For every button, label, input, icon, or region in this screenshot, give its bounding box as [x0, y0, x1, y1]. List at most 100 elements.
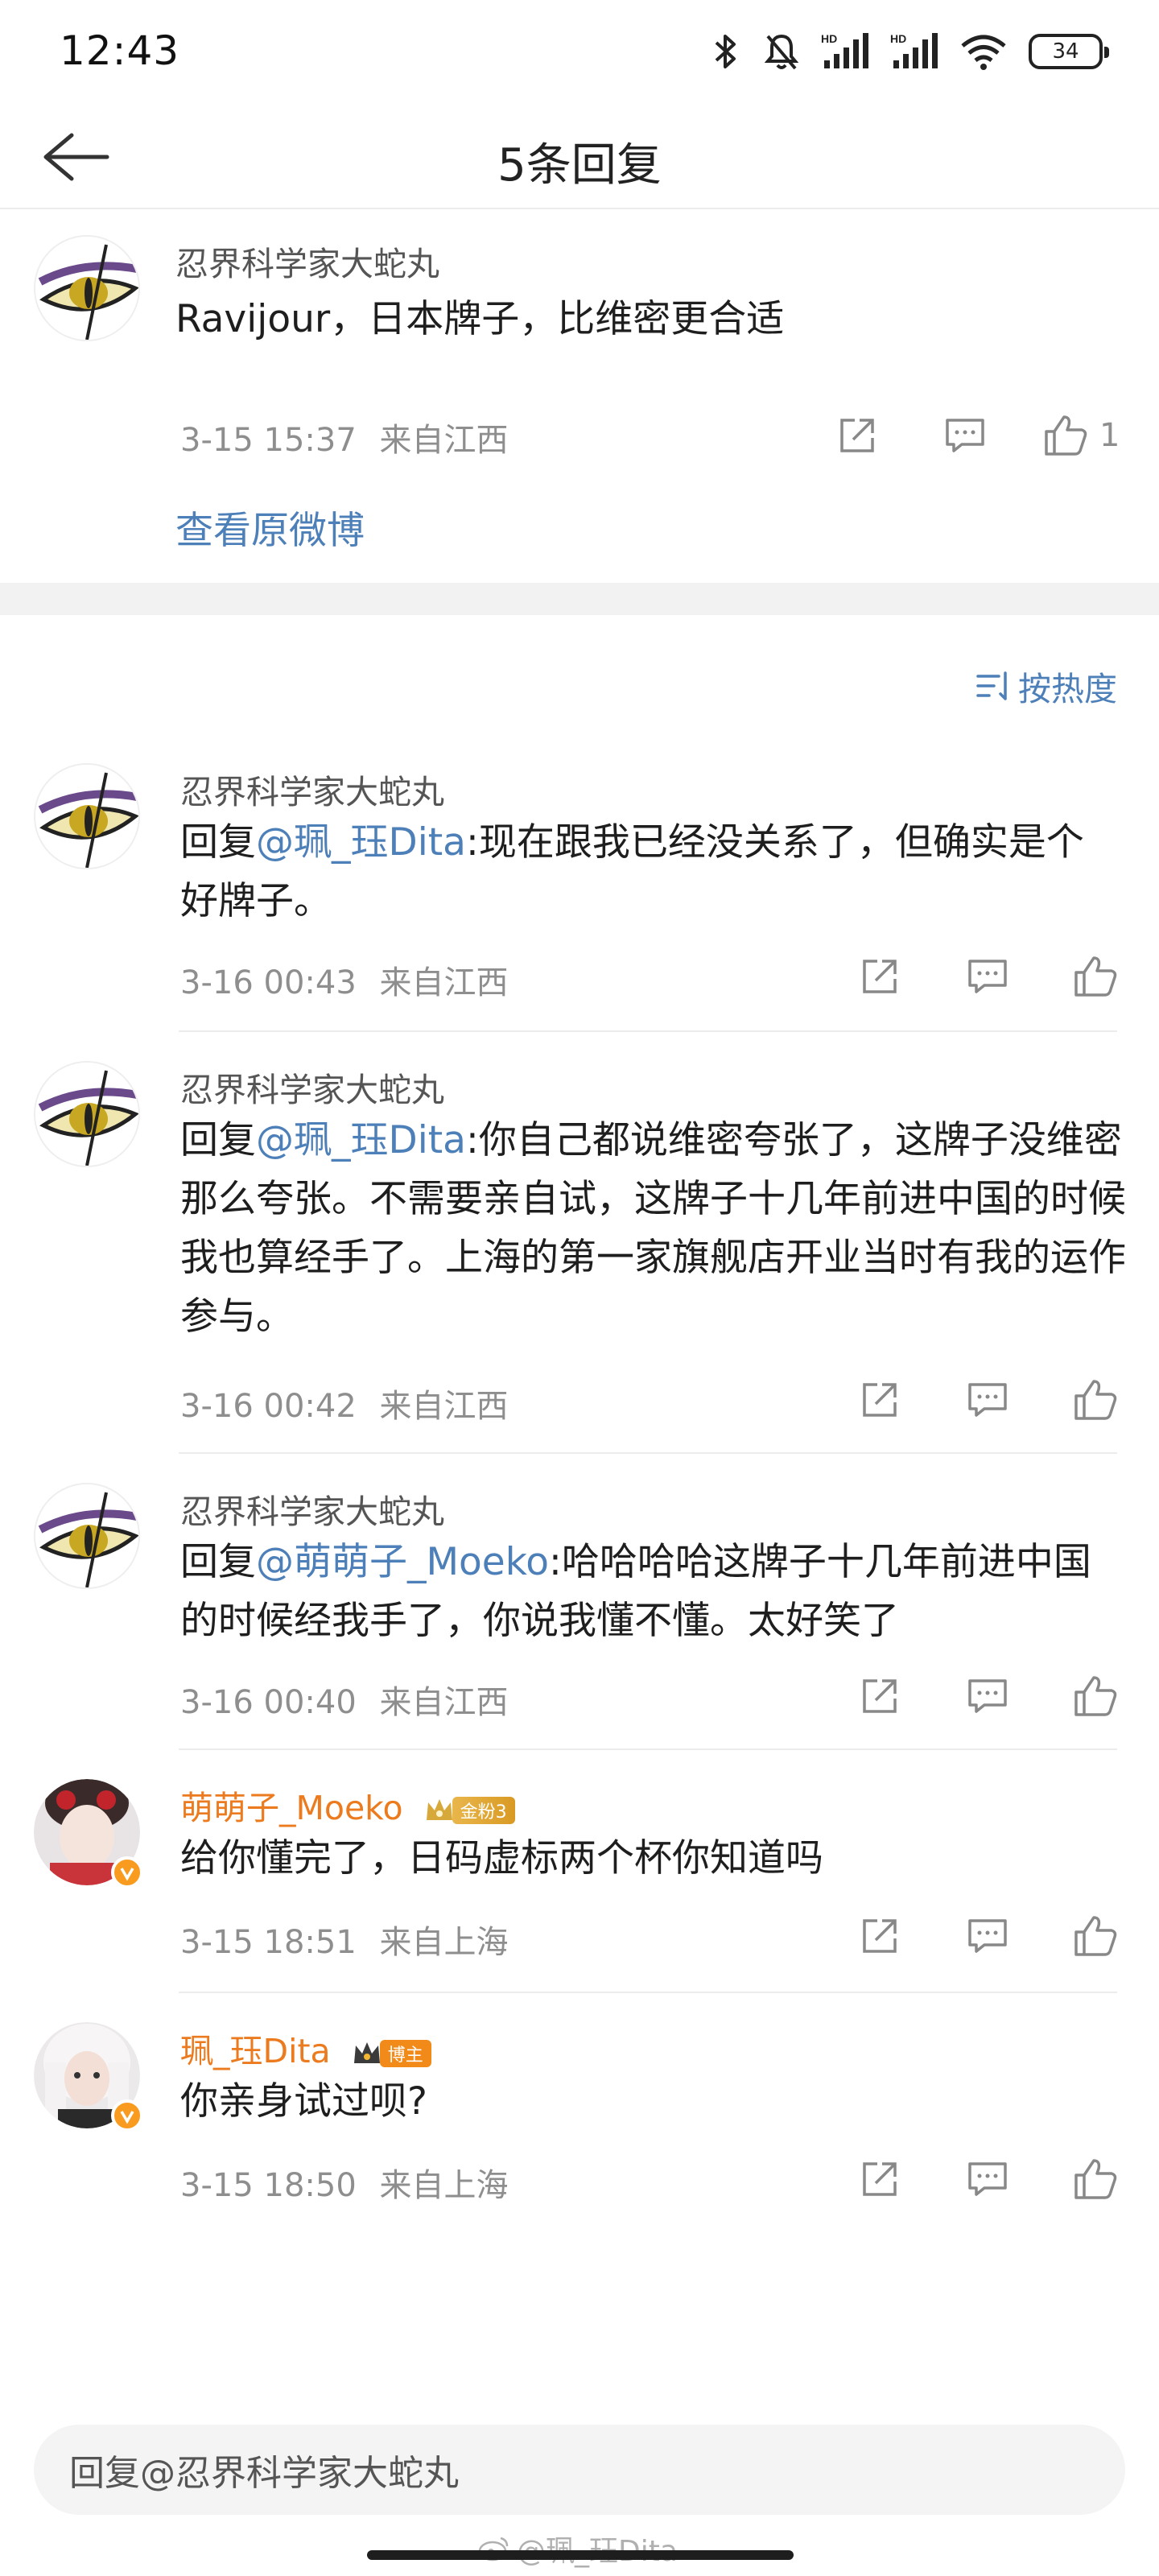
divider — [179, 1452, 1117, 1454]
share-button[interactable] — [803, 407, 911, 464]
reply-actions — [826, 948, 1149, 1005]
like-button[interactable] — [1041, 2151, 1149, 2207]
reply-text: 回复@珮_珏Dita:你自己都说维密夸张了，这牌子没维密那么夸张。不需要亲自试，… — [180, 1111, 1130, 1346]
like-button[interactable] — [1041, 948, 1149, 1005]
reply-time: 3-15 18:51 — [180, 1924, 357, 1961]
like-button[interactable] — [1041, 1908, 1149, 1964]
svg-text:HD: HD — [890, 32, 906, 45]
comment-icon — [968, 1679, 1007, 1713]
fan-level-tag: 金粉3 — [452, 1797, 515, 1824]
reply-actions — [826, 1908, 1149, 1964]
avatar[interactable] — [34, 1061, 140, 1167]
watermark: @珮_珏Dita — [478, 2528, 678, 2570]
page-title: 5条回复 — [497, 139, 662, 192]
divider — [179, 1030, 1117, 1032]
reply-username[interactable]: 忍界科学家大蛇丸 — [180, 1484, 444, 1533]
share-button[interactable] — [826, 1372, 934, 1428]
divider — [179, 1992, 1117, 1993]
verified-icon — [111, 2099, 143, 2132]
svg-text:HD: HD — [821, 32, 837, 45]
reply-username[interactable]: 萌萌子_Moeko 金粉3 — [180, 1781, 515, 1829]
reply-prefix: 回复 — [180, 1540, 256, 1584]
reply-input-placeholder: 回复@忍界科学家大蛇丸 — [69, 2453, 459, 2494]
comment-text: Ravijour，日本牌子，比维密更合适 — [175, 297, 785, 341]
share-button[interactable] — [826, 2151, 934, 2207]
comment-actions: 1 — [803, 407, 1140, 464]
like-icon — [1074, 956, 1117, 997]
comment-icon — [968, 960, 1007, 993]
reply-text: 你亲身试过呗? — [180, 2079, 427, 2124]
reply-username[interactable]: 珮_珏Dita 博主 — [180, 2024, 431, 2072]
reply-actions — [826, 1372, 1149, 1428]
like-button[interactable] — [1041, 1668, 1149, 1724]
comment-username[interactable]: 忍界科学家大蛇丸 — [175, 237, 439, 285]
divider — [179, 1748, 1117, 1750]
share-button[interactable] — [826, 948, 934, 1005]
view-original-link[interactable]: 查看原微博 — [175, 499, 365, 555]
comment-button[interactable] — [934, 1908, 1041, 1964]
mention-link[interactable]: @珮_珏Dita — [256, 820, 466, 865]
home-indicator[interactable] — [367, 2550, 794, 2560]
like-count: 1 — [1099, 417, 1120, 454]
reply-input[interactable]: 回复@忍界科学家大蛇丸 — [34, 2425, 1125, 2515]
watermark-text: @珮_珏Dita — [517, 2528, 678, 2570]
hd-signal-icon: HD — [821, 32, 868, 68]
share-button[interactable] — [826, 1908, 934, 1964]
avatar[interactable] — [34, 1779, 143, 1889]
reply-time: 3-15 18:50 — [180, 2167, 357, 2204]
avatar[interactable] — [34, 2022, 143, 2132]
username-text: 萌萌子_Moeko — [180, 1789, 403, 1827]
comment-button[interactable] — [934, 1668, 1041, 1724]
share-icon — [840, 419, 874, 452]
root-comment: 忍界科学家大蛇丸 Ravijour，日本牌子，比维密更合适 3-15 15:37… — [0, 211, 1159, 583]
wifi-icon — [961, 35, 1006, 70]
comment-button[interactable] — [911, 407, 1019, 464]
like-icon — [1045, 415, 1087, 456]
reply-meta: 3-16 00:43 来自江西 — [180, 956, 509, 1003]
reply-meta: 3-16 00:42 来自江西 — [180, 1380, 509, 1426]
reply-prefix: 回复 — [180, 820, 256, 865]
reply-item: 珮_珏Dita 博主 你亲身试过呗? 3-15 18:50 来自上海 — [0, 2016, 1159, 2233]
avatar[interactable] — [34, 1483, 140, 1589]
avatar[interactable] — [34, 235, 140, 341]
like-button[interactable] — [1041, 1372, 1149, 1428]
reply-item: 忍界科学家大蛇丸 回复@珮_珏Dita:你自己都说维密夸张了，这牌子没维密那么夸… — [0, 1055, 1159, 1452]
reply-time: 3-16 00:43 — [180, 964, 357, 1001]
reply-username[interactable]: 忍界科学家大蛇丸 — [180, 1063, 444, 1111]
comment-button[interactable] — [934, 948, 1041, 1005]
sort-button[interactable]: 按热度 — [975, 662, 1117, 710]
reply-meta: 3-15 18:50 来自上海 — [180, 2159, 509, 2206]
comment-button[interactable] — [934, 1372, 1041, 1428]
avatar[interactable] — [34, 763, 140, 869]
share-button[interactable] — [826, 1668, 934, 1724]
comment-location: 来自江西 — [379, 422, 509, 459]
mute-bell-icon — [764, 34, 799, 70]
reply-location: 来自江西 — [379, 1684, 509, 1721]
author-badge: 博主 — [351, 2037, 431, 2070]
reply-item: 忍界科学家大蛇丸 回复@萌萌子_Moeko:哈哈哈哈这牌子十几年前进中国的时候经… — [0, 1476, 1159, 1748]
reply-actions — [826, 2151, 1149, 2207]
reply-item: 忍界科学家大蛇丸 回复@珮_珏Dita:现在跟我已经没关系了，但确实是个好牌子。… — [0, 757, 1159, 1030]
reply-username[interactable]: 忍界科学家大蛇丸 — [180, 765, 444, 813]
reply-item: 萌萌子_Moeko 金粉3 给你懂完了，日码虚标两个杯你知道吗 3-15 18:… — [0, 1773, 1159, 1990]
like-icon — [1074, 2159, 1117, 2199]
mention-link[interactable]: @珮_珏Dita — [256, 1118, 466, 1162]
status-time: 12:43 — [60, 27, 180, 74]
hd-signal-icon-2: HD — [890, 32, 938, 68]
comment-time: 3-15 15:37 — [180, 422, 357, 459]
like-button[interactable]: 1 — [1019, 407, 1140, 464]
snake-eye-avatar — [35, 1063, 138, 1166]
like-icon — [1074, 1676, 1117, 1716]
fan-badge: 金粉3 — [423, 1794, 515, 1827]
snake-eye-avatar — [35, 237, 138, 340]
share-icon — [863, 2162, 897, 2196]
comment-button[interactable] — [934, 2151, 1041, 2207]
reply-text: 给你懂完了，日码虚标两个杯你知道吗 — [180, 1836, 823, 1880]
reply-location: 来自江西 — [379, 1388, 509, 1425]
status-icons: HD HD 34 — [710, 29, 1109, 74]
sort-label: 按热度 — [1018, 670, 1117, 708]
reply-meta: 3-16 00:40 来自江西 — [180, 1676, 509, 1723]
share-icon — [863, 1919, 897, 1953]
reply-time: 3-16 00:42 — [180, 1388, 357, 1425]
mention-link[interactable]: @萌萌子_Moeko — [256, 1540, 549, 1584]
